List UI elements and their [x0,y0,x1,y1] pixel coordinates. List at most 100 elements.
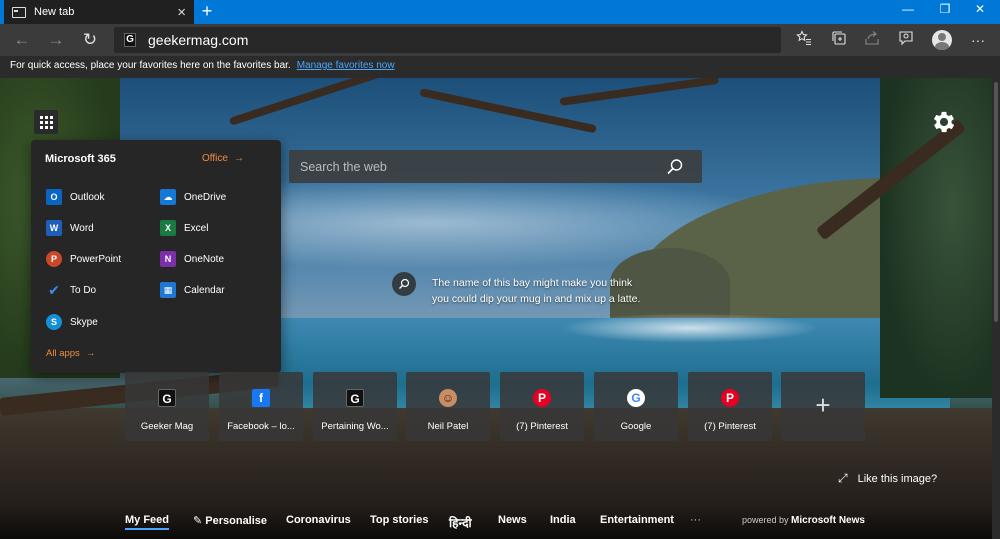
toolbar: ← → ↻ G geekermag.com ··· [0,24,1000,56]
close-window-button[interactable]: ✕ [960,0,1000,20]
image-info-search-icon[interactable] [392,272,416,296]
outlook-icon: O [46,189,62,205]
office-link[interactable]: Office → [202,153,244,164]
feed-tab-hindi[interactable]: हिन्दी [449,514,472,531]
favorites-star-icon[interactable] [794,30,814,50]
feed-tab-personalise[interactable]: ✎ Personalise [193,514,267,527]
feed-tab-entertainment[interactable]: Entertainment [600,514,674,526]
scrollbar-thumb[interactable] [994,82,998,322]
tile-neil-patel[interactable]: ☺ Neil Patel [406,372,490,441]
app-outlook[interactable]: O Outlook [46,189,104,205]
settings-more-button[interactable]: ··· [968,30,988,50]
app-calendar[interactable]: ▦ Calendar [160,282,225,298]
app-label: Outlook [70,191,105,203]
new-tab-button[interactable]: + [198,2,216,22]
share-icon[interactable] [862,30,882,50]
launcher-dot [44,120,48,124]
like-this-image[interactable]: ⤢ Like this image? [838,471,937,486]
image-info-caption[interactable]: The name of this bay might make you thin… [432,276,647,307]
all-apps-label: All apps [46,348,80,359]
site-favicon-icon: G [124,33,136,47]
search-icon[interactable] [665,157,685,177]
google-icon: G [627,389,645,407]
feed-tab-india[interactable]: India [550,514,576,526]
address-bar[interactable]: G geekermag.com [114,27,781,53]
app-onedrive[interactable]: ☁ OneDrive [160,189,226,205]
tile-label: Geeker Mag [140,421,194,432]
tile-label: Neil Patel [427,421,469,432]
news-feed-nav: My Feed ✎ Personalise Coronavirus Top st… [0,506,1000,539]
launcher-dot [44,115,48,119]
pinterest-icon: P [533,389,551,407]
add-site-tile[interactable]: + [781,372,865,441]
web-search-box [289,150,702,183]
plus-icon: + [815,390,831,420]
search-input[interactable] [289,150,659,183]
skype-icon: S [46,314,62,330]
powerpoint-icon: P [46,251,62,267]
app-label: Skype [70,316,98,328]
app-label: To Do [70,284,97,296]
tab-close-icon[interactable]: × [177,5,186,20]
favorites-hint: For quick access, place your favorites h… [10,60,291,71]
app-todo[interactable]: ✔ To Do [46,282,96,298]
apps-launcher-icon[interactable] [34,110,58,134]
tab-new-tab[interactable]: New tab × [4,0,194,24]
back-button[interactable]: ← [10,28,34,52]
tile-facebook[interactable]: f Facebook – lo... [219,372,303,441]
arrow-right-icon: → [85,348,96,359]
neil-patel-avatar-icon: ☺ [439,389,457,407]
forward-button[interactable]: → [44,28,68,52]
launcher-dot [39,125,43,129]
feedback-icon[interactable] [896,30,916,50]
pertaining-works-icon: G [346,389,364,407]
title-bar: New tab × + — ❐ ✕ [0,0,1000,24]
feed-tab-top-stories[interactable]: Top stories [370,514,428,526]
feed-tab-news[interactable]: News [498,514,527,526]
refresh-button[interactable]: ↻ [78,28,102,52]
geekermag-icon: G [158,389,176,407]
app-label: PowerPoint [70,253,122,265]
onenote-icon: N [160,251,176,267]
m365-title: Microsoft 365 [45,153,116,165]
app-label: Calendar [184,284,225,296]
tile-label: Pertaining Wo... [321,421,389,432]
app-skype[interactable]: S Skype [46,314,98,330]
app-excel[interactable]: X Excel [160,220,208,236]
powered-by-label: powered by Microsoft News [742,515,865,526]
launcher-dot [44,125,48,129]
feed-tab-my-feed[interactable]: My Feed [125,514,170,530]
powered-by-text: powered by [742,515,789,525]
tile-google[interactable]: G Google [594,372,678,441]
feed-tab-coronavirus[interactable]: Coronavirus [286,514,351,526]
page-settings-gear-icon[interactable] [930,108,958,136]
app-word[interactable]: W Word [46,220,94,236]
tile-label: (7) Pinterest [516,421,568,432]
microsoft-365-panel: Microsoft 365 Office → O Outlook ☁ OneDrive… [31,140,281,373]
app-powerpoint[interactable]: P PowerPoint [46,251,121,267]
minimize-button[interactable]: — [888,0,928,20]
tile-label: (7) Pinterest [704,421,756,432]
profile-avatar[interactable] [932,30,952,50]
feed-more-icon[interactable]: ··· [690,514,701,526]
app-onenote[interactable]: N OneNote [160,251,224,267]
collections-icon[interactable] [829,30,849,50]
background-branch [559,78,719,106]
launcher-dot [49,120,53,124]
launcher-dot [39,115,43,119]
calendar-icon: ▦ [160,282,176,298]
manage-favorites-link[interactable]: Manage favorites now [297,60,395,71]
restore-button[interactable]: ❐ [925,0,965,20]
page-scrollbar[interactable] [992,78,1000,539]
all-apps-link[interactable]: All apps → [46,348,95,359]
app-label: Excel [184,222,209,234]
tile-label: Facebook – lo... [227,421,295,432]
tile-pertaining-works[interactable]: G Pertaining Wo... [313,372,397,441]
tile-pinterest-2[interactable]: P (7) Pinterest [688,372,772,441]
address-url[interactable]: geekermag.com [148,32,248,48]
background-branch [419,88,597,134]
tile-pinterest-1[interactable]: P (7) Pinterest [500,372,584,441]
app-label: Word [70,222,94,234]
tile-geeker-mag[interactable]: G Geeker Mag [125,372,209,441]
office-link-label: Office [202,153,228,164]
